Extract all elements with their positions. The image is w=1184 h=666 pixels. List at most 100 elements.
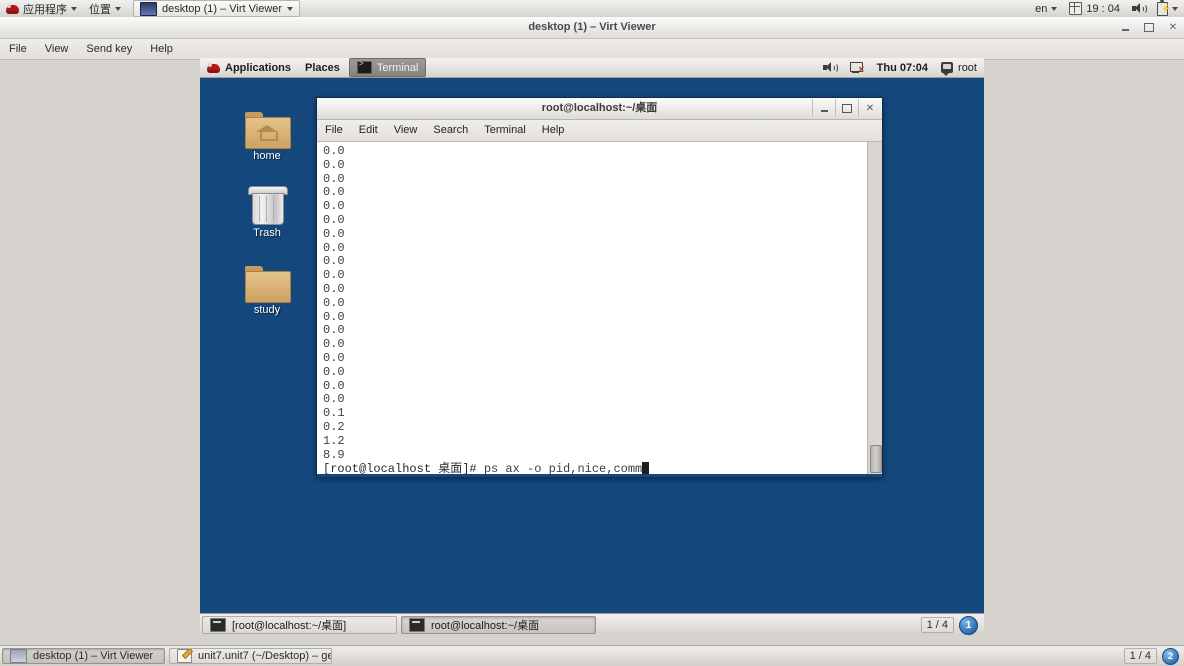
vm-applications-menu[interactable]: Applications xyxy=(200,58,298,77)
terminal-output-line: 0.0 xyxy=(323,364,345,379)
menu-send-key[interactable]: Send key xyxy=(77,39,141,59)
vm-taskbar-button-2[interactable]: root@localhost:~/桌面 xyxy=(401,616,596,634)
vm-workspace-badge[interactable]: 1 xyxy=(959,615,978,635)
vm-places-menu[interactable]: Places xyxy=(298,58,347,77)
chevron-down-icon xyxy=(71,6,77,11)
host-volume-indicator[interactable] xyxy=(1126,0,1151,17)
host-taskbar-button-virt-viewer[interactable]: desktop (1) – Virt Viewer xyxy=(2,648,165,664)
vm-network-indicator[interactable]: ✕ xyxy=(843,58,871,77)
terminal-output-line: 0.0 xyxy=(323,281,345,296)
host-workspace-switcher[interactable]: 1 / 4 2 xyxy=(1123,647,1179,665)
terminal-output-line: 0.0 xyxy=(323,144,345,158)
desktop-icon-study[interactable]: study xyxy=(227,266,307,316)
terminal-close-button[interactable]: ✕ xyxy=(858,99,881,117)
vm-top-panel: Applications Places Terminal ✕ Thu 07:04 xyxy=(200,58,984,78)
host-applications-label: 应用程序 xyxy=(23,3,67,16)
vm-bottom-panel: [root@localhost:~/桌面] root@localhost:~/桌… xyxy=(200,613,984,636)
vm-user-menu[interactable]: root xyxy=(934,58,984,77)
terminal-menu-file[interactable]: File xyxy=(317,120,351,141)
virt-viewer-maximize-button[interactable] xyxy=(1142,21,1156,35)
terminal-menu-edit[interactable]: Edit xyxy=(351,120,386,141)
host-clock-label: 19 : 04 xyxy=(1086,2,1120,15)
menu-file[interactable]: File xyxy=(0,39,36,59)
keyboard-layout-label: en xyxy=(1035,2,1048,15)
terminal-window[interactable]: root@localhost:~/桌面 ✕ File Edit View Sea… xyxy=(316,97,883,477)
host-taskbar-button-1-label: desktop (1) – Virt Viewer xyxy=(33,650,154,662)
terminal-titlebar[interactable]: root@localhost:~/桌面 ✕ xyxy=(317,98,882,120)
vm-workspace-switcher[interactable]: 1 / 4 1 xyxy=(920,615,978,635)
vm-taskbar-button-1-label: [root@localhost:~/桌面] xyxy=(232,620,347,632)
terminal-maximize-button[interactable] xyxy=(835,99,858,117)
vm-taskbar-button-1[interactable]: [root@localhost:~/桌面] xyxy=(202,616,397,634)
terminal-menu-help[interactable]: Help xyxy=(534,120,573,141)
host-applications-menu[interactable]: 应用程序 xyxy=(0,0,83,17)
vm-volume-indicator[interactable] xyxy=(816,58,843,77)
terminal-cursor xyxy=(642,462,650,475)
terminal-scrollbar[interactable] xyxy=(867,142,882,477)
terminal-output-line: 8.9 xyxy=(323,447,345,462)
desktop-icon-trash[interactable]: Trash xyxy=(227,186,307,239)
terminal-title: root@localhost:~/桌面 xyxy=(541,102,658,114)
virt-viewer-close-button[interactable]: ✕ xyxy=(1166,21,1180,35)
desktop-icon-home[interactable]: home xyxy=(227,112,307,162)
terminal-output-line: 0.0 xyxy=(323,378,345,393)
terminal-output[interactable]: 0.0 0.0 0.0 0.0 0.0 0.0 0.0 0.0 0.0 0.0 0.0 0.0 0.0 0… xyxy=(317,142,867,477)
terminal-menu-view[interactable]: View xyxy=(386,120,426,141)
terminal-body[interactable]: 0.0 0.0 0.0 0.0 0.0 0.0 0.0 0.0 0.0 0.0 0.0 0.0 0.0 0… xyxy=(317,142,882,477)
volume-icon xyxy=(1132,3,1147,14)
virt-viewer-minimize-button[interactable] xyxy=(1118,21,1132,35)
terminal-output-line: 0.1 xyxy=(323,406,345,421)
monitor-icon xyxy=(140,1,157,16)
menu-view[interactable]: View xyxy=(36,39,78,59)
virt-viewer-menubar: File View Send key Help xyxy=(0,39,1184,60)
terminal-output-line: 0.0 xyxy=(323,392,345,407)
chevron-down-icon xyxy=(115,6,121,11)
redhat-logo-icon xyxy=(207,62,220,74)
host-workspace-badge[interactable]: 2 xyxy=(1162,647,1179,665)
terminal-output-line: 0.0 xyxy=(323,212,345,227)
chevron-down-icon xyxy=(1172,6,1178,11)
desktop-icon-trash-label: Trash xyxy=(253,227,281,239)
vm-panel-task-label: Terminal xyxy=(376,61,419,74)
user-chat-icon xyxy=(941,62,954,76)
terminal-window-buttons: ✕ xyxy=(812,99,881,117)
vm-clock[interactable]: Thu 07:04 xyxy=(871,62,934,74)
host-places-menu[interactable]: 位置 xyxy=(83,0,127,17)
gedit-icon xyxy=(177,649,194,663)
terminal-output-line: 0.2 xyxy=(323,419,345,434)
host-taskbar: desktop (1) – Virt Viewer unit7.unit7 (~… xyxy=(0,645,1184,666)
desktop-icon-home-label: home xyxy=(253,150,281,162)
virt-viewer-window-buttons: ✕ xyxy=(1118,19,1180,36)
host-taskbar-button-gedit[interactable]: unit7.unit7 (~/Desktop) – gedit xyxy=(169,648,332,664)
terminal-menu-search[interactable]: Search xyxy=(425,120,476,141)
host-top-panel: 应用程序 位置 desktop (1) – Virt Viewer en 19 … xyxy=(0,0,1184,18)
redhat-logo-icon xyxy=(6,3,19,15)
vm-applications-label: Applications xyxy=(225,61,292,74)
virt-viewer-title: desktop (1) – Virt Viewer xyxy=(528,21,656,33)
terminal-output-line: 0.0 xyxy=(323,226,345,241)
vm-user-label: root xyxy=(958,61,977,74)
home-folder-icon xyxy=(245,112,291,149)
keyboard-layout-indicator[interactable]: en xyxy=(1029,0,1063,17)
trash-can-icon xyxy=(248,186,288,225)
volume-icon xyxy=(822,62,838,73)
host-clock[interactable]: 19 : 04 xyxy=(1063,0,1126,17)
vm-panel-task-terminal[interactable]: Terminal xyxy=(348,58,427,77)
terminal-output-line: 0.0 xyxy=(323,323,345,338)
terminal-minimize-button[interactable] xyxy=(812,99,835,117)
monitor-icon xyxy=(10,649,27,663)
chevron-down-icon xyxy=(287,6,294,11)
terminal-output-line: 0.0 xyxy=(323,337,345,352)
host-battery-indicator[interactable]: ⚡ xyxy=(1151,0,1184,17)
menu-help[interactable]: Help xyxy=(141,39,182,59)
terminal-output-line: 0.0 xyxy=(323,199,345,214)
terminal-output-line: 0.0 xyxy=(323,268,345,283)
host-window-list-button[interactable]: desktop (1) – Virt Viewer xyxy=(133,0,301,17)
vm-screen[interactable]: Applications Places Terminal ✕ Thu 07:04 xyxy=(200,58,984,636)
terminal-menu-terminal[interactable]: Terminal xyxy=(476,120,534,141)
virt-viewer-titlebar[interactable]: desktop (1) – Virt Viewer ✕ xyxy=(0,17,1184,39)
battery-icon: ⚡ xyxy=(1157,0,1171,16)
terminal-scrollbar-thumb[interactable] xyxy=(870,445,882,473)
desktop-icon-study-label: study xyxy=(253,304,281,316)
vm-places-label: Places xyxy=(305,61,340,74)
